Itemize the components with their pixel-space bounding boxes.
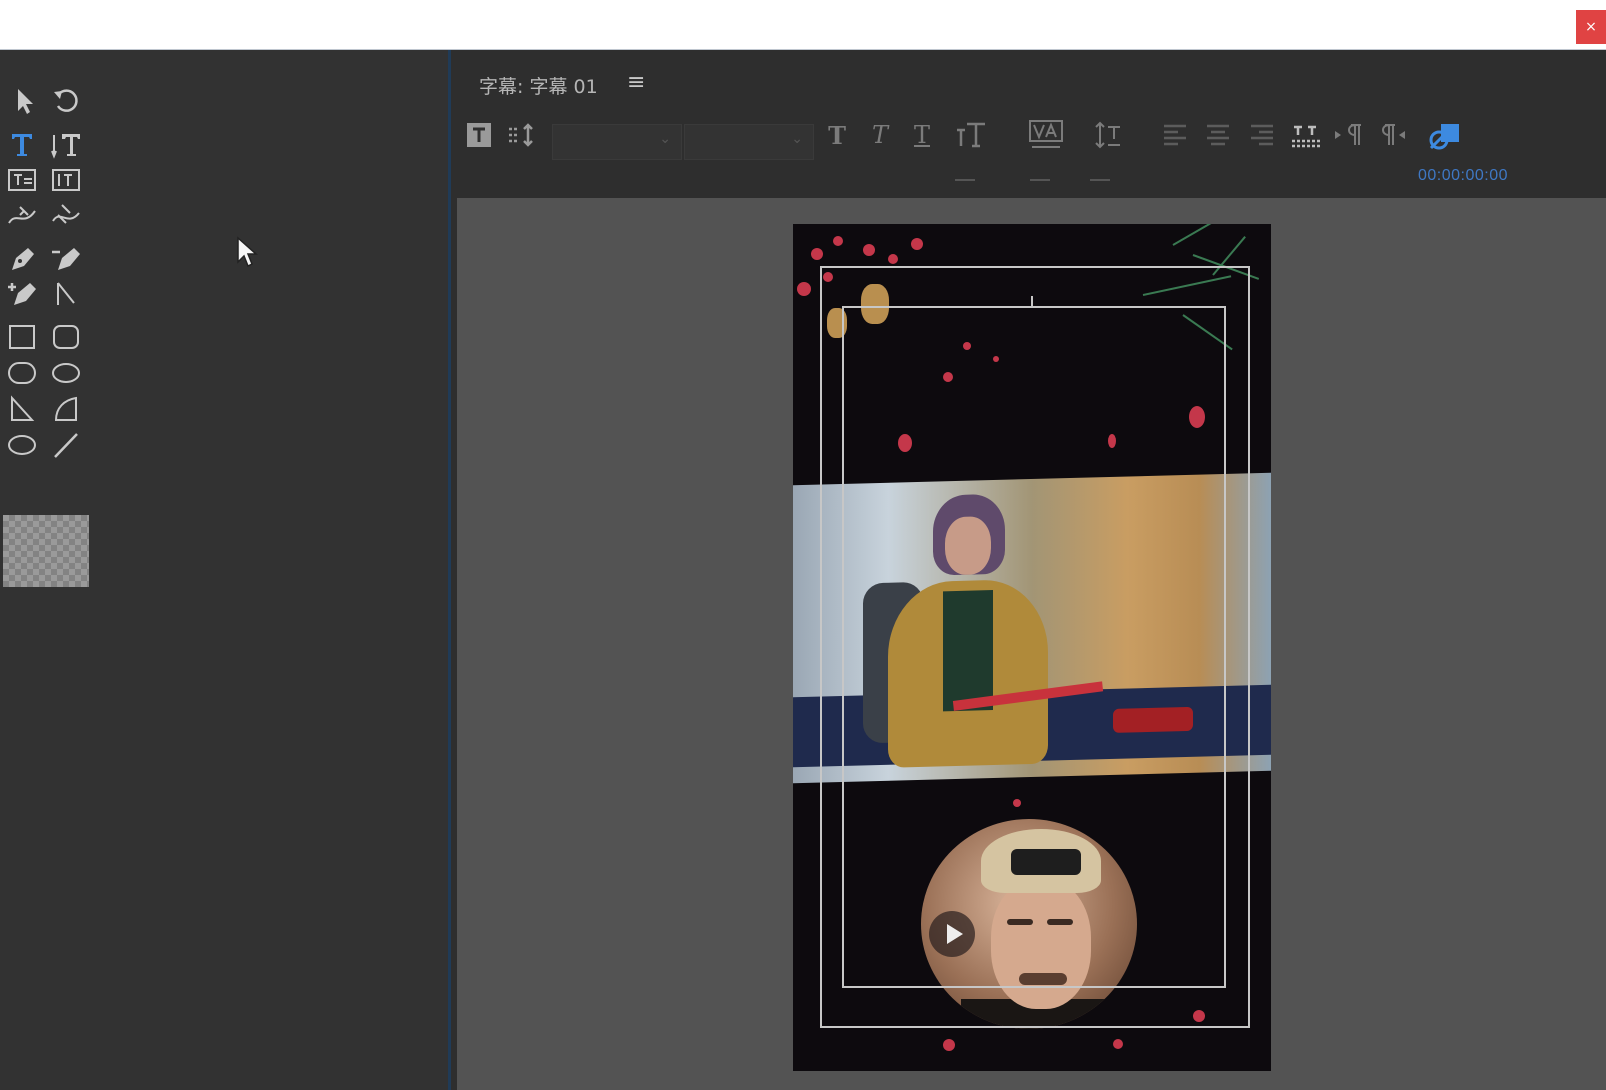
rectangle-tool[interactable] [4,320,40,354]
vertical-type-tool[interactable] [48,127,84,161]
font-style-dropdown[interactable]: ⌄ [684,124,814,160]
path-type-tool[interactable] [4,199,40,233]
tab-icon [1292,125,1320,148]
title-safe-guide [842,306,1226,988]
kerning-icon [1029,120,1063,148]
panel-header: 字幕: 字幕 01 ≡ [451,50,1606,120]
roll-crawl-button[interactable] [464,118,494,152]
window-title-bar: × [0,0,1606,50]
vertical-area-type-tool[interactable] [48,163,84,197]
text-direction-right-icon [1382,124,1405,145]
area-type-tool[interactable] [4,163,40,197]
line-tool[interactable] [48,428,84,462]
underline-icon: T [913,121,930,149]
arc-tool[interactable] [48,392,84,426]
bold-icon: T [828,120,846,150]
path-type-icon [8,206,36,224]
align-left-button[interactable] [1160,118,1190,152]
align-right-button[interactable] [1247,118,1277,152]
pen-minus-icon [52,248,80,270]
timecode[interactable]: 00:00:00:00 [1418,167,1508,185]
font-size-button[interactable] [953,118,993,152]
pen-plus-icon [8,283,36,305]
wedge-icon [11,395,35,421]
show-background-video-button[interactable] [1425,118,1465,152]
panel-title: 字幕: 字幕 01 [479,76,598,98]
underline-button[interactable]: T [907,118,937,152]
area-type-icon [8,169,36,191]
align-left-icon [1164,124,1186,146]
text-direction-left-button[interactable] [1332,118,1366,152]
rectangle-icon [9,325,35,349]
close-button[interactable]: × [1576,10,1606,44]
convert-anchor-icon [57,282,75,305]
bold-button[interactable]: T [822,118,852,152]
rounded-rectangle-tool[interactable] [48,320,84,354]
vertical-path-type-icon [52,204,80,224]
tab-stops-icon [509,123,533,147]
delete-anchor-tool[interactable] [48,242,84,276]
arc-icon [54,396,77,421]
align-center-icon [1207,124,1229,146]
align-center-button[interactable] [1203,118,1233,152]
font-size-icon [957,122,985,148]
kerning-button[interactable] [1026,118,1066,152]
center-marker [1031,296,1033,306]
rounded-rectangle-icon [53,325,79,349]
roll-crawl-icon [467,123,491,147]
rotation-tool[interactable] [48,84,84,118]
rotate-icon [54,89,78,112]
arrow-cursor-icon [18,89,33,114]
horizontal-type-icon [12,134,32,156]
pen-icon [12,248,34,270]
leading-icon [1095,121,1120,149]
italic-icon: T [871,121,888,149]
font-size-indicator [955,179,975,181]
chevron-down-icon: ⌄ [659,131,671,147]
rounded-corner-icon [52,363,80,383]
italic-button[interactable]: T [865,118,895,152]
vertical-type-icon [51,134,80,159]
tab-button[interactable] [1289,118,1323,152]
text-direction-right-button[interactable] [1374,118,1408,152]
leading-indicator [1090,179,1110,181]
mouse-cursor-icon [237,236,258,268]
kerning-indicator [1030,179,1050,181]
ellipse-icon [8,435,36,455]
chevron-down-icon: ⌄ [791,131,803,147]
text-direction-left-icon [1335,124,1361,145]
wedge-tool[interactable] [4,392,40,426]
leading-button[interactable] [1092,118,1126,152]
convert-anchor-tool[interactable] [48,277,84,311]
show-background-video-icon [1429,124,1459,150]
fill-color-swatch[interactable] [3,515,89,587]
clipped-rectangle-icon [8,362,36,384]
ellipse-tool[interactable] [4,428,40,462]
line-icon [54,433,78,458]
type-tool[interactable] [4,127,40,161]
add-anchor-tool[interactable] [4,277,40,311]
font-family-dropdown[interactable]: ⌄ [552,124,682,160]
tools-panel [0,50,448,1090]
align-right-icon [1251,124,1273,146]
tab-stops-button[interactable] [505,118,539,152]
selection-tool[interactable] [6,84,42,118]
vertical-path-type-tool[interactable] [48,199,84,233]
panel-menu-button[interactable]: ≡ [627,70,645,95]
clipped-rectangle-tool[interactable] [4,356,40,390]
rounded-corner-tool[interactable] [48,356,84,390]
vertical-area-type-icon [52,169,80,191]
pen-tool[interactable] [4,242,40,276]
